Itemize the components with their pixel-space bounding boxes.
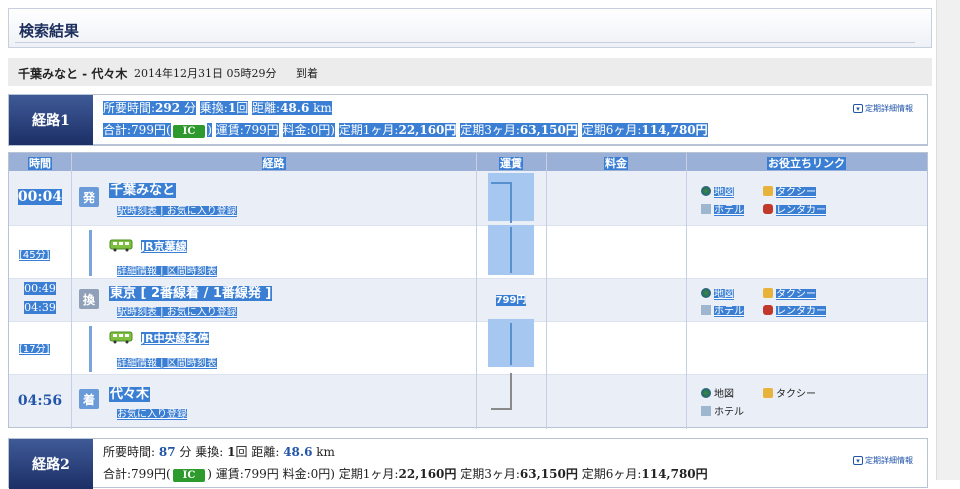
route-1-fares: 合計:799円(IC) 運賃:799円 料金:0円) 定期1ヶ月:22,160円…	[103, 123, 708, 138]
route-summary-1: 経路1 所要時間:292 分 乗換:1回 距離:48.6 km 合計:799円(…	[8, 94, 928, 146]
fare-amount: 799円	[495, 295, 527, 306]
car-icon	[763, 305, 773, 315]
scrollbar[interactable]	[936, 0, 960, 480]
th-route: 経路	[261, 157, 286, 170]
transfer-map-link[interactable]: 地図	[701, 285, 734, 300]
ic-card-badge: IC	[172, 469, 206, 482]
leg-row-1: [45分] JR京葉線 詳細情報 | 区間時刻表	[9, 225, 927, 279]
leg-2-line-name[interactable]: JR中央線各停	[141, 332, 209, 345]
col-divider	[71, 153, 72, 429]
transfer-arrive-time: 00:49	[24, 282, 56, 295]
end-time: 04:56	[17, 393, 63, 409]
table-header: 時間 経路 運賃 料金 お役立ちリンク	[9, 153, 927, 171]
end-taxi-link[interactable]: タクシー	[763, 385, 816, 400]
hotel-icon	[701, 305, 711, 315]
transfer-depart-time: 04:39	[24, 301, 56, 314]
station-row-start: 00:04 発 千葉みなと 駅時刻表 | お気に入り登録	[9, 171, 927, 225]
start-taxi-link[interactable]: タクシー	[763, 183, 816, 198]
col-divider	[686, 153, 687, 429]
train-icon	[109, 331, 133, 344]
arrive-badge: 着	[79, 389, 99, 409]
results-header: 検索結果	[8, 8, 932, 48]
route-2-fares: 合計:799円(IC) 運賃:799円 料金:0円) 定期1ヶ月:22,160円…	[103, 467, 708, 482]
globe-icon	[701, 288, 711, 298]
teiki-detail-link-2[interactable]: ▾ 定期詳細情報	[853, 455, 913, 466]
leg-1-duration[interactable]: [45分]	[19, 250, 50, 261]
transfer-badge: 換	[79, 289, 99, 309]
th-fare: 運賃	[499, 157, 523, 170]
page-title: 検索結果	[14, 22, 916, 43]
taxi-icon	[763, 288, 773, 298]
route-badge-2: 経路2	[9, 439, 93, 489]
th-tools: お役立ちリンク	[767, 157, 846, 170]
th-charge: 料金	[604, 157, 628, 170]
search-datetime: 2014年12月31日 05時29分	[134, 67, 277, 80]
start-rental-link[interactable]: レンタカー	[763, 201, 826, 216]
start-station-name[interactable]: 千葉みなと	[109, 183, 177, 198]
leg-1-line-bar	[89, 230, 92, 276]
transfer-hotel-link[interactable]: ホテル	[701, 302, 744, 317]
start-station-links[interactable]: 駅時刻表 | お気に入り登録	[117, 206, 237, 217]
teiki-icon: ▾	[853, 104, 863, 113]
transfer-station-links[interactable]: 駅時刻表 | お気に入り登録	[117, 307, 237, 318]
route-2-stats: 所要時間: 87 分 乗換: 1回 距離: 48.6 km	[103, 445, 335, 459]
taxi-icon	[763, 388, 773, 398]
station-row-end: 04:56 着 代々木 お気に入り登録	[9, 375, 927, 427]
leg-2-links[interactable]: 詳細情報 | 区間時刻表	[117, 358, 217, 369]
arrival-label: 到着	[296, 67, 318, 80]
hotel-icon	[701, 406, 711, 416]
start-time: 00:04	[17, 189, 63, 205]
transfer-rental-link[interactable]: レンタカー	[763, 302, 826, 317]
end-hotel-link[interactable]: ホテル	[701, 403, 744, 418]
leg-1-links[interactable]: 詳細情報 | 区間時刻表	[117, 266, 217, 277]
start-map-link[interactable]: 地図	[701, 183, 734, 198]
hotel-icon	[701, 204, 711, 214]
ic-card-badge: IC	[172, 125, 206, 138]
globe-icon	[701, 388, 711, 398]
route-badge-1: 経路1	[9, 95, 93, 145]
depart-badge: 発	[79, 187, 99, 207]
leg-2-duration[interactable]: [17分]	[19, 344, 50, 355]
leg-2-line-bar	[89, 326, 92, 372]
route-summary-2: 経路2 所要時間: 87 分 乗換: 1回 距離: 48.6 km 合計:799…	[8, 438, 928, 489]
route-detail-table: 時間 経路 運賃 料金 お役立ちリンク 00:04 発 千葉みなと 駅時刻表 |…	[8, 152, 928, 429]
end-station-name[interactable]: 代々木	[109, 387, 151, 402]
teiki-icon: ▾	[853, 456, 863, 465]
leg-1-line-name[interactable]: JR京葉線	[141, 240, 187, 253]
leg-row-2: [17分] JR中央線各停 詳細情報 | 区間時刻表	[9, 321, 927, 375]
route-1-stats: 所要時間:292 分 乗換:1回 距離:48.6 km	[103, 101, 332, 115]
start-hotel-link[interactable]: ホテル	[701, 201, 744, 216]
transfer-taxi-link[interactable]: タクシー	[763, 285, 816, 300]
train-icon	[109, 239, 133, 252]
teiki-detail-link-1[interactable]: ▾ 定期詳細情報	[853, 103, 913, 114]
search-condition-bar: 千葉みなと - 代々木 2014年12月31日 05時29分 到着	[8, 58, 932, 86]
route-stations: 千葉みなと - 代々木	[18, 67, 128, 81]
taxi-icon	[763, 186, 773, 196]
transfer-station-name[interactable]: 東京 [ 2番線着 / 1番線発 ]	[109, 286, 273, 301]
globe-icon	[701, 186, 711, 196]
th-time: 時間	[28, 157, 52, 170]
end-map-link[interactable]: 地図	[701, 385, 734, 400]
car-icon	[763, 204, 773, 214]
col-divider	[546, 153, 547, 429]
end-station-links[interactable]: お気に入り登録	[117, 409, 187, 420]
